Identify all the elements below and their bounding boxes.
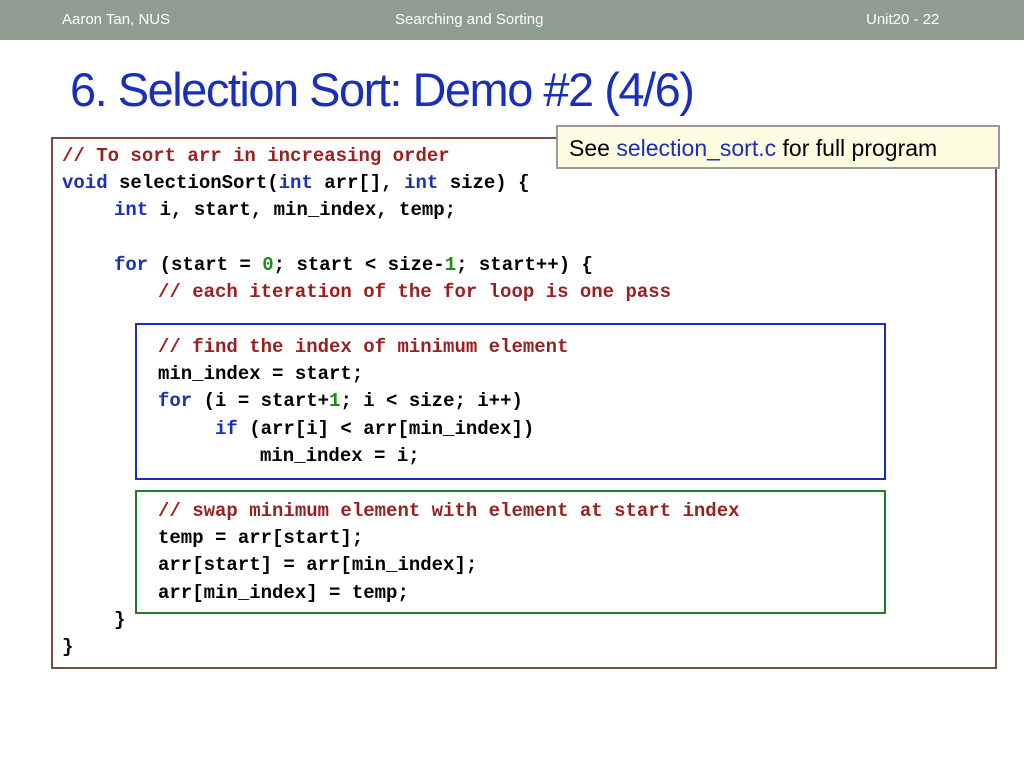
- code-keyword: void: [62, 172, 108, 194]
- code-line: }: [114, 607, 125, 634]
- see-program-note: See selection_sort.c for full program: [556, 125, 1000, 169]
- code-text: }: [62, 636, 74, 658]
- selection-sort-file-link[interactable]: selection_sort.c: [616, 135, 776, 161]
- code-text: min_index = i;: [260, 445, 420, 467]
- code-text: (arr[i] < arr[min_index]): [237, 418, 535, 440]
- code-line: int i, start, min_index, temp;: [114, 197, 456, 224]
- code-line: min_index = i;: [260, 443, 420, 470]
- header-unit: Unit20 - 22: [866, 11, 940, 28]
- code-keyword: for: [114, 254, 149, 276]
- code-comment: // swap minimum element with element at …: [158, 500, 740, 522]
- code-keyword: for: [158, 390, 193, 412]
- code-keyword: int: [404, 172, 439, 194]
- code-number: 1: [444, 254, 457, 276]
- code-keyword: if: [215, 418, 238, 440]
- code-text: }: [114, 609, 126, 631]
- header-topic: Searching and Sorting: [395, 11, 544, 28]
- code-line: temp = arr[start];: [158, 525, 363, 552]
- header-bar: Aaron Tan, NUS Searching and Sorting Uni…: [0, 0, 1024, 40]
- code-text: ; start < size-: [273, 254, 445, 276]
- code-text: (start =: [148, 254, 263, 276]
- code-line: // swap minimum element with element at …: [158, 498, 740, 525]
- note-prefix: See: [569, 135, 617, 161]
- code-text: min_index = start;: [158, 363, 364, 385]
- header-author: Aaron Tan, NUS: [62, 11, 171, 28]
- code-text: ; i < size; i++): [340, 390, 523, 412]
- code-text: ; start++) {: [456, 254, 593, 276]
- code-text: arr[],: [312, 172, 405, 194]
- code-comment: // find the index of minimum element: [158, 336, 569, 358]
- code-text: arr[start] = arr[min_index];: [158, 554, 478, 576]
- code-line: if (arr[i] < arr[min_index]): [215, 416, 534, 443]
- code-keyword: int: [114, 199, 149, 221]
- code-text: i, start, min_index, temp;: [148, 199, 457, 221]
- code-line: for (i = start+1; i < size; i++): [158, 388, 523, 415]
- code-text: selectionSort(: [107, 172, 279, 194]
- code-line: // To sort arr in increasing order: [62, 143, 450, 170]
- code-text: arr[min_index] = temp;: [158, 582, 409, 604]
- code-keyword: int: [278, 172, 313, 194]
- code-line: arr[min_index] = temp;: [158, 580, 409, 607]
- code-line: // find the index of minimum element: [158, 334, 568, 361]
- code-line: // each iteration of the for loop is one…: [158, 279, 671, 306]
- code-line: min_index = start;: [158, 361, 363, 388]
- code-number: 1: [329, 390, 341, 412]
- code-line: void selectionSort(int arr[], int size) …: [62, 170, 530, 197]
- code-text: temp = arr[start];: [158, 527, 364, 549]
- code-number: 0: [262, 254, 274, 276]
- code-comment: // each iteration of the for loop is one…: [158, 281, 672, 303]
- note-suffix: for full program: [776, 135, 938, 161]
- code-line: arr[start] = arr[min_index];: [158, 552, 477, 579]
- code-comment: // To sort arr in increasing order: [62, 145, 450, 167]
- slide-title: 6. Selection Sort: Demo #2 (4/6): [70, 63, 695, 116]
- code-text: (i = start+: [192, 390, 330, 412]
- code-line: for (start = 0; start < size-1; start++)…: [114, 252, 593, 279]
- code-text: size) {: [438, 172, 530, 194]
- code-line: }: [62, 634, 73, 661]
